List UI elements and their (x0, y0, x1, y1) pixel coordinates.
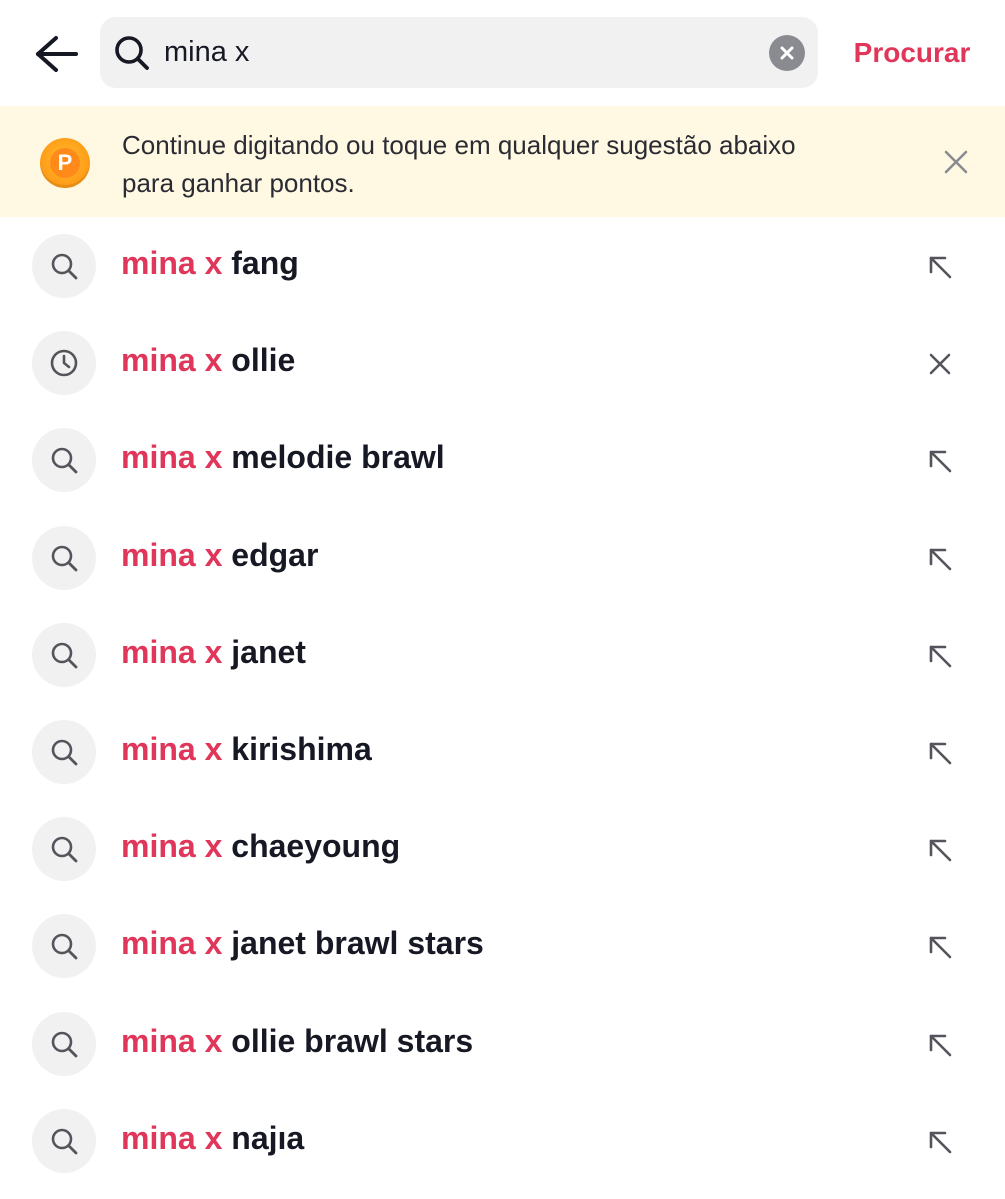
fill-query-button[interactable] (918, 439, 962, 483)
fill-query-button[interactable] (918, 537, 962, 581)
fill-query-button[interactable] (918, 1120, 962, 1164)
fill-arrow-icon (926, 739, 954, 767)
suggestion-query-highlight: mina x (121, 633, 223, 670)
suggestion-row[interactable]: mina x kirishima (0, 703, 1005, 800)
search-submit-button[interactable]: Procurar (836, 30, 988, 76)
suggestion-completion: ollie brawl stars (222, 1022, 474, 1059)
suggestion-row[interactable]: mina x najıa (0, 1092, 1005, 1189)
suggestion-text: mina x janet (121, 634, 306, 678)
fill-arrow-icon (926, 253, 954, 281)
suggestion-list: mina x fang mina x ollie mina x melodie br… (0, 217, 1005, 1189)
suggestion-row[interactable]: mina x fang (0, 217, 1005, 314)
suggestion-text: mina x edgar (121, 537, 318, 581)
points-coin-icon: P (40, 138, 90, 188)
suggestion-row[interactable]: mina x ollie (0, 314, 1005, 411)
fill-arrow-icon (926, 447, 954, 475)
suggestion-row[interactable]: mina x janet (0, 606, 1005, 703)
suggestion-query-highlight: mina x (121, 1119, 223, 1156)
suggestion-completion: janet (222, 633, 306, 670)
suggestion-completion: edgar (222, 536, 319, 573)
suggestion-text: mina x melodie brawl (121, 439, 445, 483)
suggestion-completion: najıa (222, 1119, 305, 1156)
fill-query-button[interactable] (918, 1023, 962, 1067)
fill-query-button[interactable] (918, 245, 962, 289)
search-box[interactable] (100, 17, 818, 88)
remove-history-button[interactable] (918, 342, 962, 386)
suggestion-text: mina x ollie brawl stars (121, 1023, 473, 1067)
suggestion-completion: ollie (222, 342, 296, 379)
suggestion-row[interactable]: mina x edgar (0, 509, 1005, 606)
suggestion-query-highlight: mina x (121, 439, 223, 476)
search-icon (32, 525, 96, 590)
suggestion-query-highlight: mina x (121, 1022, 223, 1059)
suggestion-row[interactable]: mina x chaeyoung (0, 800, 1005, 897)
suggestion-row[interactable]: mina x melodie brawl (0, 411, 1005, 508)
fill-arrow-icon (926, 836, 954, 864)
search-icon (32, 1011, 96, 1076)
suggestion-row[interactable]: mina x ollie brawl stars (0, 995, 1005, 1092)
coin-letter: P (50, 148, 80, 178)
clear-search-button[interactable] (769, 35, 805, 71)
suggestion-text: mina x chaeyoung (121, 828, 400, 872)
fill-arrow-icon (926, 1031, 954, 1059)
suggestion-completion: chaeyoung (222, 828, 401, 865)
suggestion-query-highlight: mina x (121, 536, 223, 573)
suggestion-completion: melodie brawl (222, 439, 445, 476)
back-button[interactable] (28, 28, 84, 80)
suggestion-query-highlight: mina x (121, 245, 223, 281)
suggestion-completion: janet brawl stars (222, 925, 484, 962)
suggestion-completion: fang (222, 245, 299, 281)
search-icon (112, 33, 152, 73)
suggestion-row[interactable]: mina x janet brawl stars (0, 897, 1005, 994)
search-icon (32, 1108, 96, 1173)
points-banner-text: Continue digitando ou toque em qualquer … (122, 130, 796, 198)
fill-query-button[interactable] (918, 731, 962, 775)
suggestion-text: mina x najıa (121, 1120, 304, 1164)
close-icon (928, 352, 952, 376)
search-header: Procurar (0, 0, 1005, 106)
search-icon (32, 719, 96, 784)
suggestion-text: mina x janet brawl stars (121, 925, 484, 969)
fill-arrow-icon (926, 933, 954, 961)
search-icon (32, 914, 96, 979)
fill-query-button[interactable] (918, 634, 962, 678)
search-icon (32, 428, 96, 493)
search-icon (32, 817, 96, 882)
close-icon (944, 150, 968, 174)
clock-icon (32, 331, 96, 396)
suggestion-text: mina x fang (121, 245, 299, 289)
suggestion-text: mina x kirishima (121, 731, 372, 775)
search-icon (32, 234, 96, 298)
fill-arrow-icon (926, 642, 954, 670)
banner-close-button[interactable] (938, 144, 974, 180)
suggestion-text: mina x ollie (121, 342, 295, 386)
suggestion-query-highlight: mina x (121, 925, 223, 962)
search-icon (32, 622, 96, 687)
fill-query-button[interactable] (918, 925, 962, 969)
clear-icon (780, 46, 794, 60)
suggestion-completion: kirishima (222, 730, 372, 767)
suggestion-query-highlight: mina x (121, 342, 223, 379)
fill-arrow-icon (926, 545, 954, 573)
search-input[interactable] (164, 27, 744, 77)
suggestion-query-highlight: mina x (121, 730, 223, 767)
fill-query-button[interactable] (918, 828, 962, 872)
back-arrow-icon (36, 36, 78, 72)
suggestion-query-highlight: mina x (121, 828, 223, 865)
fill-arrow-icon (926, 1128, 954, 1156)
